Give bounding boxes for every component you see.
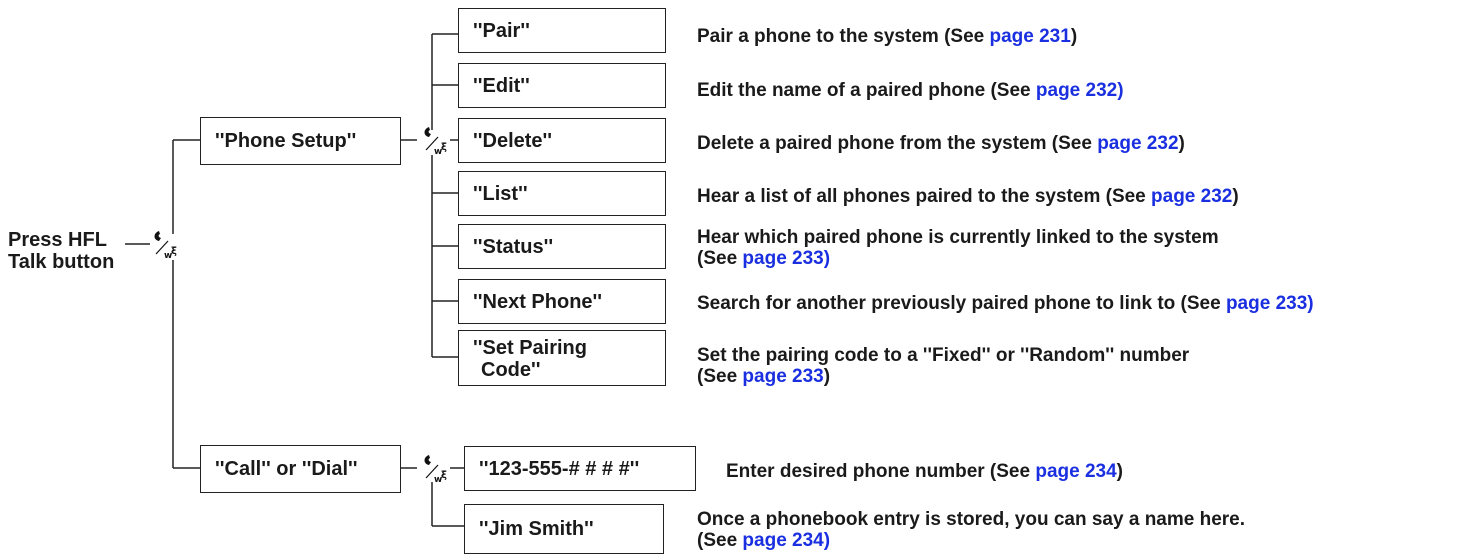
status-description: Hear which paired phone is currently lin… xyxy=(697,227,1219,269)
pair-label: ''Pair'' xyxy=(473,19,530,42)
list-description: Hear a list of all phones paired to the … xyxy=(697,186,1239,207)
pair-desc-text: Pair a phone to the system (See xyxy=(697,26,990,47)
delete-desc-text: Delete a paired phone from the system (S… xyxy=(697,133,1098,154)
delete-box: ''Delete'' xyxy=(458,118,666,163)
svg-text:ξ: ξ xyxy=(441,470,447,481)
phone-setup-box: ''Phone Setup'' xyxy=(200,117,401,165)
phone-number-page-link[interactable]: page 234 xyxy=(1035,461,1116,482)
set-pairing-code-description: Set the pairing code to a ''Fixed'' or '… xyxy=(697,345,1189,387)
status-page-link[interactable]: page 233) xyxy=(742,248,830,269)
list-desc-text: Hear a list of all phones paired to the … xyxy=(697,186,1152,207)
list-box: ''List'' xyxy=(458,171,666,216)
delete-desc-suffix: ) xyxy=(1178,133,1185,154)
next-phone-label: ''Next Phone'' xyxy=(473,290,603,313)
delete-page-link[interactable]: page 232 xyxy=(1097,133,1178,154)
jim-smith-desc-text: (See xyxy=(697,530,743,551)
delete-description: Delete a paired phone from the system (S… xyxy=(697,133,1185,154)
next-phone-page-link[interactable]: page 233) xyxy=(1226,293,1314,314)
talk-voice-icon: w ξ xyxy=(154,231,177,260)
call-dial-box: ''Call'' or ''Dial'' xyxy=(200,445,401,493)
pair-description: Pair a phone to the system (See page 231… xyxy=(697,26,1077,47)
pair-page-link[interactable]: page 231 xyxy=(989,26,1070,47)
talk-voice-icon: w ξ xyxy=(424,455,447,484)
phone-number-box: ''123-555-# # # #'' xyxy=(464,446,696,491)
phone-setup-label: ''Phone Setup'' xyxy=(215,130,357,152)
set-pairing-desc-text: (See xyxy=(697,366,743,387)
status-label: ''Status'' xyxy=(473,235,554,258)
pair-box: ''Pair'' xyxy=(458,8,666,53)
next-phone-description: Search for another previously paired pho… xyxy=(697,293,1314,314)
edit-box: ''Edit'' xyxy=(458,63,666,108)
list-label: ''List'' xyxy=(473,182,528,205)
talk-voice-icon: w ξ xyxy=(424,127,447,156)
list-desc-suffix: ) xyxy=(1232,186,1239,207)
set-pairing-code-box: ''Set Pairing Code'' xyxy=(458,330,666,386)
set-pairing-code-label-line2: Code'' xyxy=(481,359,541,381)
set-pairing-desc-line1: Set the pairing code to a ''Fixed'' or '… xyxy=(697,345,1190,366)
jim-smith-label: ''Jim Smith'' xyxy=(479,518,594,540)
set-pairing-code-label-line1: ''Set Pairing xyxy=(473,337,587,359)
voice-command-tree: Press HFL Talk button w ξ w ξ w ξ ''Phon… xyxy=(0,0,1461,554)
status-desc-text: (See xyxy=(697,248,743,269)
list-page-link[interactable]: page 232 xyxy=(1151,186,1232,207)
jim-smith-page-link[interactable]: page 234) xyxy=(742,530,830,551)
set-pairing-desc-suffix: ) xyxy=(823,366,831,387)
edit-page-link[interactable]: page 232) xyxy=(1036,80,1124,101)
phone-number-label: ''123-555-# # # #'' xyxy=(479,457,640,480)
svg-text:ξ: ξ xyxy=(441,142,447,153)
jim-smith-description: Once a phonebook entry is stored, you ca… xyxy=(697,509,1245,551)
edit-description: Edit the name of a paired phone (See pag… xyxy=(697,80,1124,101)
next-phone-desc-text: Search for another previously paired pho… xyxy=(697,293,1226,314)
root-label: Press HFL Talk button xyxy=(8,229,114,273)
phone-number-description: Enter desired phone number (See page 234… xyxy=(726,461,1123,482)
status-box: ''Status'' xyxy=(458,224,666,269)
jim-smith-desc-line1: Once a phonebook entry is stored, you ca… xyxy=(697,509,1246,530)
pair-desc-suffix: ) xyxy=(1070,26,1078,47)
edit-label: ''Edit'' xyxy=(473,74,530,97)
next-phone-box: ''Next Phone'' xyxy=(458,279,666,324)
call-dial-label: ''Call'' or ''Dial'' xyxy=(215,458,358,480)
edit-desc-text: Edit the name of a paired phone (See xyxy=(697,80,1036,101)
jim-smith-box: ''Jim Smith'' xyxy=(464,504,664,554)
root-label-line1: Press HFL xyxy=(8,229,107,251)
phone-number-desc-suffix: ) xyxy=(1116,461,1123,482)
svg-text:ξ: ξ xyxy=(171,246,177,257)
status-desc-line1: Hear which paired phone is currently lin… xyxy=(697,227,1219,248)
phone-number-desc-text: Enter desired phone number (See xyxy=(726,461,1036,482)
set-pairing-page-link[interactable]: page 233 xyxy=(742,366,823,387)
delete-label: ''Delete'' xyxy=(473,129,553,152)
root-label-line2: Talk button xyxy=(8,251,115,273)
